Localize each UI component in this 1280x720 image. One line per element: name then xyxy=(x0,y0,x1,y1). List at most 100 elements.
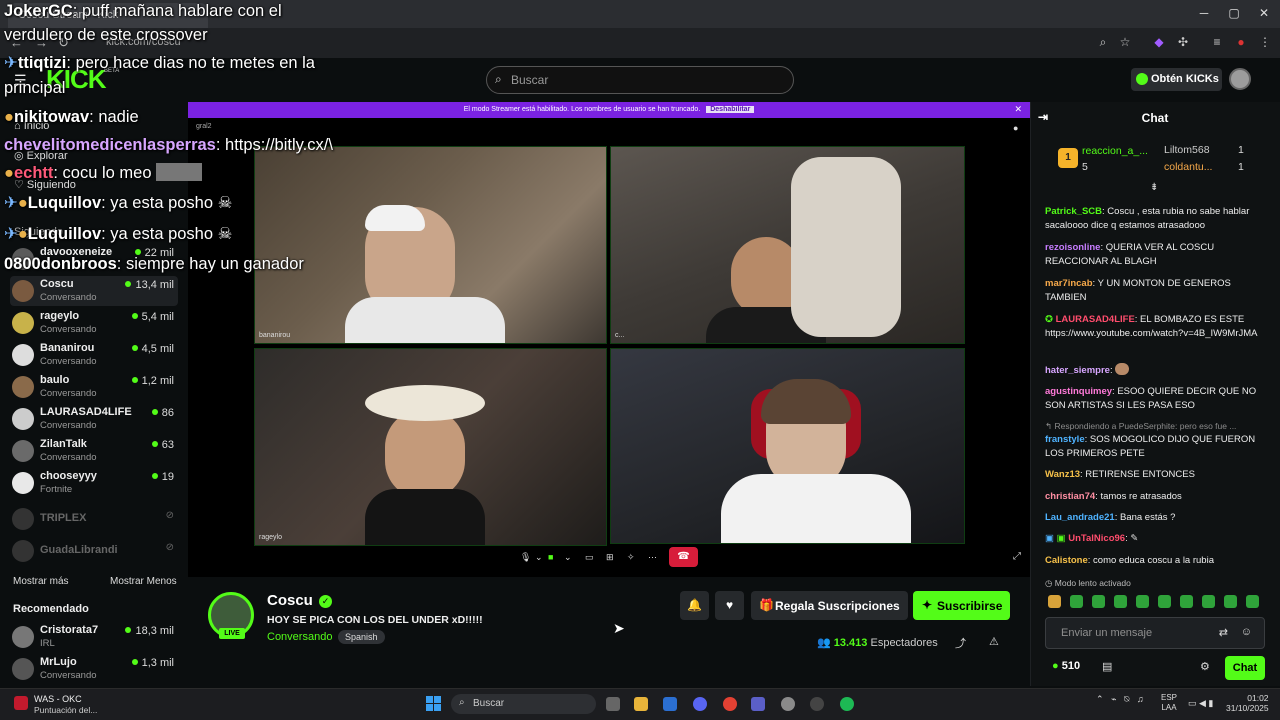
camera-icon[interactable]: ■ xyxy=(548,552,553,562)
sidebar-recommended-mrlujo[interactable]: MrLujo Conversando 1,3 mil xyxy=(10,654,178,684)
chat-username[interactable]: Calistone xyxy=(1045,555,1088,566)
streamer-name[interactable]: Coscu xyxy=(267,592,313,609)
task-view-icon[interactable] xyxy=(606,697,620,711)
chrome-icon[interactable] xyxy=(723,697,737,711)
chat-username[interactable]: mar7incab xyxy=(1045,278,1093,289)
microphone-icon[interactable]: 🎙 xyxy=(520,552,531,563)
get-kicks-button[interactable]: Obtén KICKs xyxy=(1131,68,1222,91)
forward-icon[interactable]: → xyxy=(35,35,48,50)
sidebar-channel-baulo[interactable]: baulo Conversando 1,2 mil xyxy=(10,372,178,402)
settings-icon[interactable] xyxy=(781,697,795,711)
chat-message-input[interactable]: Enviar un mensaje ⇄ ☺ xyxy=(1045,617,1265,649)
video-tile-3[interactable]: rageylo xyxy=(254,348,607,546)
sidebar-channel-chooseyyy[interactable]: chooseyyy Fortnite 19 xyxy=(10,468,178,498)
disable-streamer-mode-button[interactable]: Deshabilitar xyxy=(706,106,755,113)
sidebar-channel-davooxeneize[interactable]: davooxeneize 22 mil xyxy=(10,244,178,274)
sidebar-recommended-cristorata7[interactable]: Cristorata7 IRL 18,3 mil xyxy=(10,622,178,652)
windows-start-icon[interactable] xyxy=(426,696,441,711)
chat-username[interactable]: franstyle xyxy=(1045,434,1085,445)
sidebar-channel-triplex[interactable]: TRIPLEX ⊘ xyxy=(10,504,178,534)
extension-icon[interactable]: ◆ xyxy=(1152,35,1166,49)
back-icon[interactable]: ← xyxy=(10,35,23,50)
hamburger-menu-icon[interactable]: ☰ xyxy=(14,72,27,89)
wifi-volume-battery-icons[interactable]: ▭ ◀ ▮ xyxy=(1188,698,1213,709)
search-input[interactable]: ⌕ Buscar xyxy=(486,66,794,94)
chat-username[interactable]: LAURASAD4LIFE xyxy=(1056,314,1135,325)
maximize-icon[interactable]: ▢ xyxy=(1224,6,1244,20)
sidebar-channel-bananirou[interactable]: Bananirou Conversando 4,5 mil xyxy=(10,340,178,370)
kick-logo[interactable]: KICK xyxy=(46,64,107,95)
emote-icon[interactable] xyxy=(1202,595,1215,608)
emote-icon[interactable] xyxy=(1048,595,1061,608)
share-icon[interactable]: ⤴ xyxy=(955,635,966,651)
chat-username[interactable]: UnTalNico96 xyxy=(1068,533,1125,544)
more-options-icon[interactable]: ⋯ xyxy=(648,552,657,563)
teams-icon[interactable] xyxy=(751,697,765,711)
obs-icon[interactable] xyxy=(810,697,824,711)
video-tile-1[interactable]: bananirou xyxy=(254,146,607,344)
video-tile-4[interactable] xyxy=(610,348,965,544)
emoji-icon[interactable]: ☺ xyxy=(1241,626,1252,638)
chat-settings-gear-icon[interactable]: ⚙ xyxy=(1200,660,1210,673)
translate-icon[interactable]: ⇄ xyxy=(1219,626,1228,639)
emote-icon[interactable] xyxy=(1114,595,1127,608)
grid-layout-icon[interactable]: ⊞ xyxy=(606,552,614,563)
video-tile-2[interactable]: c... xyxy=(610,146,965,344)
show-less-button[interactable]: Mostrar Menos xyxy=(110,576,177,587)
chat-username[interactable]: Lau_andrade21 xyxy=(1045,512,1115,523)
profile-icon[interactable]: ● xyxy=(1234,35,1248,49)
emote-icon[interactable] xyxy=(1180,595,1193,608)
emote-icon[interactable] xyxy=(1070,595,1083,608)
sidebar-item-following[interactable]: ♡ Siguiendo xyxy=(14,178,76,191)
input-language[interactable]: ESP LAA xyxy=(1161,693,1177,713)
emote-icon[interactable] xyxy=(1136,595,1149,608)
chat-username[interactable]: hater_siempre xyxy=(1045,365,1110,376)
extensions-puzzle-icon[interactable]: ✣ xyxy=(1176,35,1190,49)
fullscreen-icon[interactable]: ⤢ xyxy=(1013,551,1021,562)
gift-store-icon[interactable]: ▤ xyxy=(1102,660,1112,673)
chat-username[interactable]: Patrick_SCB xyxy=(1045,206,1102,217)
chat-username[interactable]: rezoisonline xyxy=(1045,242,1100,253)
chat-username[interactable]: Wanz13 xyxy=(1045,469,1080,480)
close-icon[interactable]: ✕ xyxy=(1014,104,1022,115)
taskbar-search[interactable]: ⌕ Buscar xyxy=(451,694,596,714)
channel-points[interactable]: ● 510 xyxy=(1052,660,1080,672)
emote-icon[interactable] xyxy=(1092,595,1105,608)
sidebar-channel-guadalibrandi[interactable]: GuadaLibrandi ⊘ xyxy=(10,536,178,566)
subscribe-button[interactable]: ✦ Suscribirse xyxy=(913,591,1010,620)
chat-bubble-icon[interactable]: ● xyxy=(1013,123,1018,133)
reply-context[interactable]: ↰ Respondiendo a PuedeSerphite: pero eso… xyxy=(1045,421,1236,432)
taskbar-clock[interactable]: 01:02 31/10/2025 xyxy=(1226,693,1269,713)
reload-icon[interactable]: ↻ xyxy=(58,35,69,51)
emote-icon[interactable] xyxy=(1246,595,1259,608)
address-bar[interactable]: kick.com/coscu xyxy=(96,33,1096,53)
sidebar-item-explore[interactable]: ◎ Explorar xyxy=(14,149,68,162)
collapse-chat-icon[interactable]: ⇥ xyxy=(1038,110,1048,124)
chat-username[interactable]: agustinquimey xyxy=(1045,386,1112,397)
chevron-down-icon[interactable]: ⌄ xyxy=(564,552,572,563)
bookmark-star-icon[interactable]: ☆ xyxy=(1118,35,1132,49)
show-more-button[interactable]: Mostrar más xyxy=(13,576,69,587)
system-tray[interactable]: ⌃ ⌁ ⍉ ♫ xyxy=(1096,694,1144,705)
sidebar-channel-rageylo[interactable]: rageylo Conversando 5,4 mil xyxy=(10,308,178,338)
leaderboard-name[interactable]: coldantu... xyxy=(1164,161,1212,173)
media-control-icon[interactable]: ≡ xyxy=(1210,35,1224,49)
file-explorer-icon[interactable] xyxy=(634,697,648,711)
discord-icon[interactable] xyxy=(693,697,707,711)
stream-category[interactable]: Conversando xyxy=(267,631,332,643)
emote-icon[interactable] xyxy=(1158,595,1171,608)
language-tag[interactable]: Spanish xyxy=(338,630,385,644)
chevron-down-icon[interactable]: ⌄ xyxy=(535,552,543,563)
sidebar-channel-laurasad4life[interactable]: LAURASAD4LIFE Conversando 86 xyxy=(10,404,178,434)
report-warning-icon[interactable]: ⚠ xyxy=(989,635,999,648)
browser-menu-icon[interactable]: ⋮ xyxy=(1258,35,1272,49)
store-icon[interactable] xyxy=(663,697,677,711)
sidebar-channel-zilantalk[interactable]: ZilanTalk Conversando 63 xyxy=(10,436,178,466)
screen-share-icon[interactable]: ▭ xyxy=(585,552,594,563)
effects-icon[interactable]: ✧ xyxy=(627,552,635,563)
gift-subs-button[interactable]: 🎁 Regala Suscripciones xyxy=(751,591,908,620)
sidebar-item-home[interactable]: ⌂ Inicio xyxy=(14,120,49,132)
browser-tab[interactable]: Coscu Stream - Kick xyxy=(8,3,208,28)
user-avatar[interactable] xyxy=(1229,68,1251,90)
notifications-button[interactable]: 🔔 xyxy=(680,591,709,620)
